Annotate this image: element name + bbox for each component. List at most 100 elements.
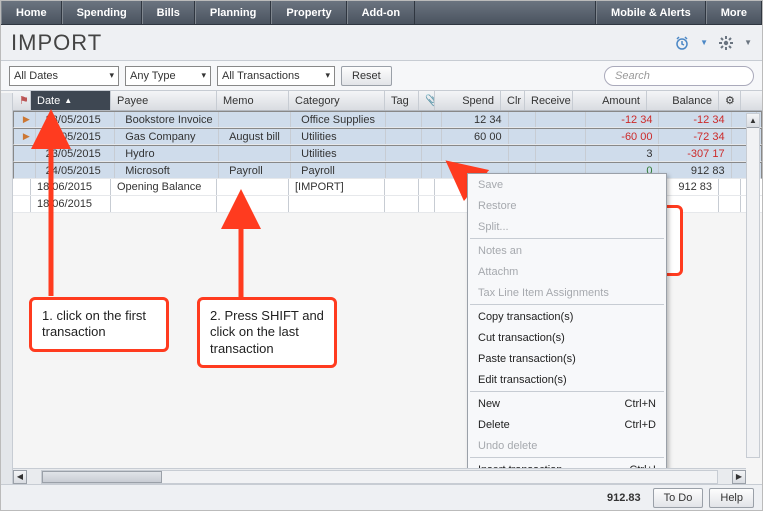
app-window: Home Spending Bills Planning Property Ad… (0, 0, 763, 511)
menu-item[interactable]: Copy transaction(s) (468, 306, 666, 327)
col-date[interactable]: Date▲ (31, 91, 111, 110)
row-receive (540, 112, 586, 127)
menu-item: Notes an (468, 240, 666, 261)
col-memo[interactable]: Memo (217, 91, 289, 110)
filter-type-select[interactable]: Any Type▾ (125, 66, 211, 86)
context-menu[interactable]: SaveRestoreSplit...Notes anAttachmTax Li… (467, 173, 667, 511)
table-header: ⚑ Date▲ Payee Memo Category Tag 📎 Spend … (13, 91, 762, 111)
filter-dates-select[interactable]: All Dates▾ (9, 66, 119, 86)
col-category[interactable]: Category (289, 91, 385, 110)
menu-separator (470, 238, 664, 239)
scroll-right-button[interactable]: ▶ (732, 470, 746, 484)
row-payee: Hydro (119, 146, 219, 161)
filter-dates-label: All Dates (14, 70, 58, 82)
filter-tx-label: All Transactions (222, 70, 300, 82)
row-memo (217, 196, 289, 212)
row-category: [IMPORT] (289, 179, 385, 195)
col-settings[interactable]: ⚙ (719, 91, 741, 110)
row-tag (385, 196, 419, 212)
row-payee: Microsoft (119, 163, 219, 178)
menu-item[interactable]: Cut transaction(s) (468, 327, 666, 348)
row-memo: Payroll (223, 163, 291, 178)
scroll-left-button[interactable]: ◀ (13, 470, 27, 484)
nav-planning[interactable]: Planning (195, 1, 271, 24)
vertical-scrollbar[interactable]: ▲ (746, 113, 760, 458)
nav-property[interactable]: Property (271, 1, 346, 24)
row-flag[interactable] (13, 179, 31, 195)
col-payee[interactable]: Payee (111, 91, 217, 110)
col-amount[interactable]: Amount (573, 91, 647, 110)
search-placeholder: Search (615, 70, 650, 82)
reminder-clock-icon[interactable] (674, 35, 690, 51)
table-row[interactable]: 23/05/2015HydroUtilities3-307 17 (13, 145, 762, 162)
flag-icon: ⚑ (19, 94, 29, 107)
menu-item[interactable]: DeleteCtrl+D (468, 414, 666, 435)
table-row[interactable]: ▶23/05/2015Bookstore InvoiceOffice Suppl… (13, 111, 762, 128)
row-date: 18/06/2015 (31, 179, 111, 195)
col-spend[interactable]: Spend (435, 91, 501, 110)
reset-button[interactable]: Reset (341, 66, 392, 86)
row-flag[interactable]: ▶ (18, 129, 36, 144)
menu-item[interactable]: NewCtrl+N (468, 393, 666, 414)
nav-more[interactable]: More (706, 1, 762, 24)
todo-button[interactable]: To Do (653, 488, 704, 508)
nav-addon[interactable]: Add-on (347, 1, 415, 24)
nav-spacer (415, 1, 596, 24)
sort-asc-icon: ▲ (64, 96, 72, 105)
dropdown-caret-icon[interactable]: ▼ (744, 38, 752, 47)
row-amount: -60 00 (590, 129, 660, 144)
footer-total: 912.83 (607, 492, 647, 504)
menu-separator (470, 457, 664, 458)
annotation-arrow-2 (221, 201, 261, 301)
row-date: 23/05/2015 (40, 129, 116, 144)
menu-item-label: Tax Line Item Assignments (478, 287, 609, 299)
row-attachment (426, 146, 442, 161)
col-tag[interactable]: Tag (385, 91, 419, 110)
row-flag[interactable] (18, 146, 36, 161)
table-row[interactable]: ▶23/05/2015Gas CompanyAugust billUtiliti… (13, 128, 762, 145)
col-clr[interactable]: Clr (501, 91, 525, 110)
annotation-2: 2. Press SHIFT and click on the last tra… (197, 297, 337, 368)
row-category: Utilities (295, 129, 386, 144)
row-flag[interactable] (13, 196, 31, 212)
row-clr (513, 146, 536, 161)
nav-mobile-alerts[interactable]: Mobile & Alerts (596, 1, 706, 24)
row-spend: 60 00 (446, 129, 508, 144)
horizontal-scrollbar[interactable]: ◀ ▶ (13, 468, 746, 484)
scroll-up-button[interactable]: ▲ (747, 114, 759, 128)
search-input[interactable]: Search (604, 66, 754, 86)
scroll-thumb[interactable] (42, 471, 162, 483)
row-balance: -307 17 (663, 146, 731, 161)
row-attachment (419, 196, 435, 212)
row-balance: -12 34 (663, 112, 731, 127)
menu-item[interactable]: Edit transaction(s) (468, 369, 666, 390)
main-nav: Home Spending Bills Planning Property Ad… (1, 1, 762, 25)
row-payee (111, 196, 217, 212)
menu-item-label: Copy transaction(s) (478, 311, 573, 323)
col-attachment[interactable]: 📎 (419, 91, 435, 110)
nav-spending[interactable]: Spending (62, 1, 142, 24)
nav-home[interactable]: Home (1, 1, 62, 24)
menu-item[interactable]: Paste transaction(s) (468, 348, 666, 369)
row-flag[interactable]: ▶ (18, 112, 36, 127)
row-payee: Opening Balance (111, 179, 217, 195)
menu-item: Attachm (468, 261, 666, 282)
col-flag[interactable]: ⚑ (13, 91, 31, 110)
row-date: 24/05/2015 (40, 163, 116, 178)
filter-tx-select[interactable]: All Transactions▾ (217, 66, 335, 86)
row-tag (385, 179, 419, 195)
row-tag (390, 163, 423, 178)
row-tag (390, 146, 423, 161)
row-spend (446, 146, 508, 161)
row-flag[interactable] (18, 163, 36, 178)
gear-icon[interactable] (718, 35, 734, 51)
scroll-track[interactable] (41, 470, 718, 484)
menu-item: Tax Line Item Assignments (468, 282, 666, 303)
nav-bills[interactable]: Bills (142, 1, 195, 24)
row-gear (719, 196, 741, 212)
gear-icon: ⚙ (725, 94, 735, 107)
help-button[interactable]: Help (709, 488, 754, 508)
col-balance[interactable]: Balance (647, 91, 719, 110)
dropdown-caret-icon[interactable]: ▼ (700, 38, 708, 47)
col-receive[interactable]: Receive (525, 91, 573, 110)
